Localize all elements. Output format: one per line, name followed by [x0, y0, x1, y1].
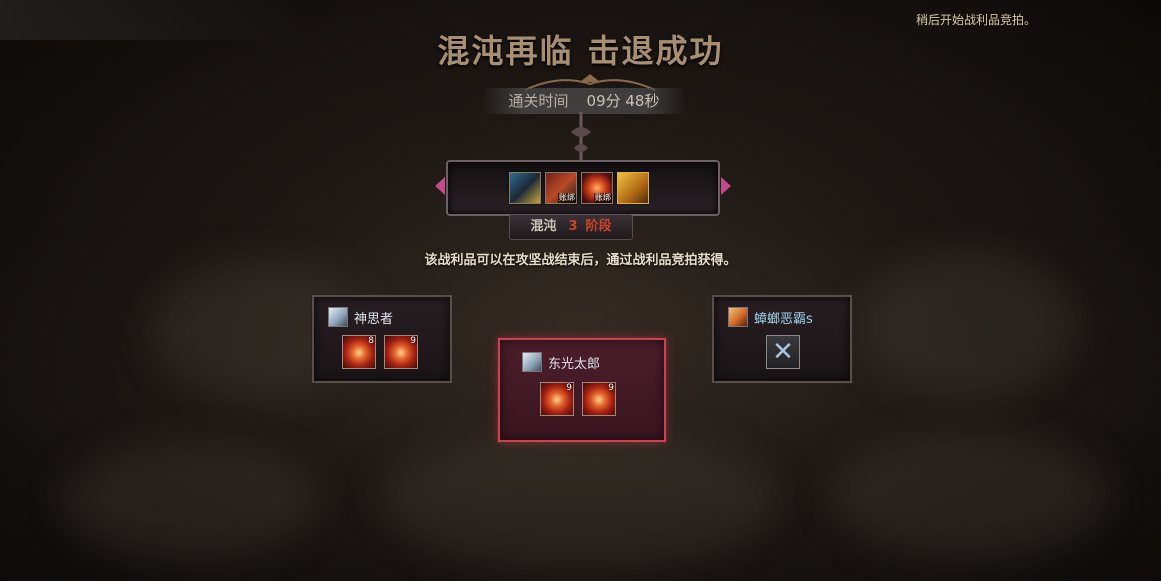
player-panel: 神思者 8 9 [312, 295, 452, 383]
page-title: 混沌再临 击退成功 [0, 26, 1161, 72]
red-orb-icon[interactable]: 9 [582, 382, 616, 416]
red-orb-icon[interactable]: 9 [540, 382, 574, 416]
title-part2: 击退成功 [587, 32, 724, 70]
stage-badge: 混沌 3 阶段 [509, 214, 633, 240]
weapon-box-icon[interactable]: 账绑 [545, 172, 577, 204]
item-count: 9 [410, 336, 416, 346]
player-name: 蟑螂恶霸s [754, 311, 813, 327]
clear-time-bar: 通关时间 09分 48秒 [482, 88, 686, 114]
fog-cloud [860, 250, 1080, 400]
item-count: 9 [566, 383, 572, 393]
loot-description: 该战利品可以在攻坚战结束后，通过战利品竞拍获得。 [424, 253, 737, 268]
player-panel-self: 东光太郎 9 9 [498, 338, 666, 442]
no-loot-x-icon: ✕ [766, 335, 800, 369]
avatar [522, 352, 542, 372]
avatar [328, 307, 348, 327]
player-items: 9 9 [540, 382, 616, 416]
player-header: 东光太郎 [522, 352, 600, 372]
stage-number: 3 [568, 219, 578, 234]
player-items: 8 9 [342, 335, 418, 369]
title-part1: 混沌再临 [437, 32, 574, 70]
red-orb-icon[interactable]: 9 [384, 335, 418, 369]
red-orb-icon[interactable]: 账绑 [581, 172, 613, 204]
player-header: 神思者 [328, 307, 393, 327]
red-orb-icon[interactable]: 8 [342, 335, 376, 369]
item-count: 9 [608, 383, 614, 393]
item-count: 8 [368, 336, 374, 346]
loot-items: 账绑 账绑 [509, 172, 649, 204]
player-header: 蟑螂恶霸s [728, 307, 813, 327]
fog-cloud [60, 440, 320, 560]
stage-suffix: 阶段 [585, 219, 612, 234]
fog-cloud [830, 430, 1110, 560]
player-name: 东光太郎 [548, 356, 601, 372]
stage-label: 混沌 [530, 219, 557, 234]
item-tag: 账绑 [558, 193, 576, 203]
item-tag: 账绑 [594, 193, 612, 203]
avatar [728, 307, 748, 327]
treasure-chest-icon[interactable] [509, 172, 541, 204]
clear-time-value: 09分 48秒 [586, 92, 660, 110]
player-name: 神思者 [354, 311, 394, 327]
golden-emblem-icon[interactable] [617, 172, 649, 204]
clear-time-label: 通关时间 [508, 92, 569, 110]
fog-cloud [380, 430, 780, 570]
player-panel: 蟑螂恶霸s ✕ [712, 295, 852, 383]
